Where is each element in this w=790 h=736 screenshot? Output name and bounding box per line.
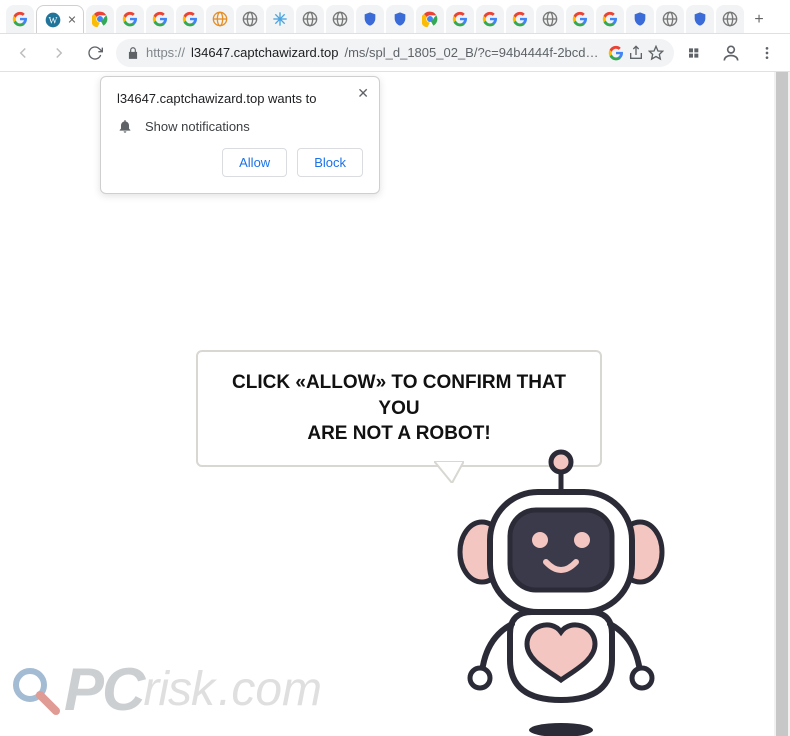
back-button[interactable] (8, 38, 38, 68)
google-favicon (482, 11, 498, 27)
tab-chrome-2[interactable] (416, 5, 444, 33)
extensions-button[interactable] (680, 38, 710, 68)
tab-google-1[interactable] (6, 5, 34, 33)
tab-google-3[interactable] (146, 5, 174, 33)
chrome-favicon (92, 11, 108, 27)
permission-close-button[interactable]: ✕ (357, 85, 369, 102)
new-tab-button[interactable]: + (746, 7, 772, 33)
google-favicon (452, 11, 468, 27)
tab-chrome[interactable] (86, 5, 114, 33)
tab-google-7[interactable] (506, 5, 534, 33)
google-favicon (122, 11, 138, 27)
vertical-scrollbar[interactable] (774, 72, 790, 736)
tab-globe-1[interactable] (206, 5, 234, 33)
allow-button[interactable]: Allow (222, 148, 287, 177)
google-favicon (572, 11, 588, 27)
permission-title: l34647.captchawizard.top wants to (117, 91, 363, 106)
permission-row-text: Show notifications (145, 119, 250, 134)
window-minimize-button[interactable]: – (772, 3, 790, 31)
tab-google-6[interactable] (476, 5, 504, 33)
watermark-pc: PC (64, 655, 143, 724)
svg-text:W: W (49, 16, 58, 26)
tab-google-5[interactable] (446, 5, 474, 33)
menu-button[interactable] (752, 38, 782, 68)
tab-shield-2[interactable] (386, 5, 414, 33)
tab-google-9[interactable] (596, 5, 624, 33)
globe-favicon-gray (332, 11, 348, 27)
url-scheme: https:// (146, 45, 185, 60)
watermark-logo: PC risk .com (10, 655, 322, 724)
globe-favicon-gray (722, 11, 738, 27)
tab-shield-4[interactable] (686, 5, 714, 33)
window-controls: – ☐ ✕ (772, 3, 790, 33)
tab-globe-7[interactable] (716, 5, 744, 33)
reload-button[interactable] (80, 38, 110, 68)
address-bar[interactable]: https:// l34647.captchawizard.top/ms/spl_… (116, 39, 674, 67)
google-favicon (152, 11, 168, 27)
tab-google-8[interactable] (566, 5, 594, 33)
shield-favicon (392, 11, 408, 27)
tab-strip: W ✕ + (0, 0, 772, 33)
globe-favicon-gray (662, 11, 678, 27)
url-path: /ms/spl_d_1805_02_B/?c=94b4444f-2bcd-402… (344, 45, 602, 60)
browser-toolbar: https:// l34647.captchawizard.top/ms/spl_… (0, 34, 790, 72)
tab-snow[interactable] (266, 5, 294, 33)
page-viewport: ✕ l34647.captchawizard.top wants to Show… (0, 72, 790, 736)
forward-button[interactable] (44, 38, 74, 68)
profile-button[interactable] (716, 38, 746, 68)
bell-icon (117, 118, 133, 134)
google-favicon (602, 11, 618, 27)
lock-icon (126, 46, 140, 60)
globe-favicon-gray (242, 11, 258, 27)
permission-row: Show notifications (117, 118, 363, 134)
block-button[interactable]: Block (297, 148, 363, 177)
tab-google-4[interactable] (176, 5, 204, 33)
tab-globe-3[interactable] (296, 5, 324, 33)
google-favicon (12, 11, 28, 27)
tab-globe-2[interactable] (236, 5, 264, 33)
shield-favicon (632, 11, 648, 27)
tab-close-icon[interactable]: ✕ (65, 13, 79, 26)
shield-favicon (692, 11, 708, 27)
tab-google-2[interactable] (116, 5, 144, 33)
tab-shield-1[interactable] (356, 5, 384, 33)
url-host: l34647.captchawizard.top (191, 45, 338, 60)
wordpress-favicon: W (45, 12, 61, 28)
tab-active[interactable]: W ✕ (36, 5, 84, 33)
watermark-risk: risk (143, 662, 214, 717)
globe-favicon-gray (542, 11, 558, 27)
tab-globe-5[interactable] (536, 5, 564, 33)
tab-globe-4[interactable] (326, 5, 354, 33)
chrome-favicon (422, 11, 438, 27)
share-icon[interactable] (628, 45, 644, 61)
bubble-text-line1: CLICK «ALLOW» TO CONFIRM THAT YOU (218, 370, 580, 421)
magnifier-icon (10, 665, 60, 715)
shield-favicon (362, 11, 378, 27)
translate-icon[interactable] (608, 45, 624, 61)
google-favicon (512, 11, 528, 27)
bookmark-icon[interactable] (648, 45, 664, 61)
google-favicon (182, 11, 198, 27)
tab-shield-3[interactable] (626, 5, 654, 33)
watermark-com: .com (218, 662, 322, 717)
snowflake-favicon (272, 11, 288, 27)
robot-illustration (442, 442, 680, 736)
tab-globe-6[interactable] (656, 5, 684, 33)
globe-favicon-gray (302, 11, 318, 27)
notification-permission-popup: ✕ l34647.captchawizard.top wants to Show… (100, 76, 380, 194)
titlebar: W ✕ + – ☐ ✕ (0, 0, 790, 34)
globe-favicon-orange (212, 11, 228, 27)
